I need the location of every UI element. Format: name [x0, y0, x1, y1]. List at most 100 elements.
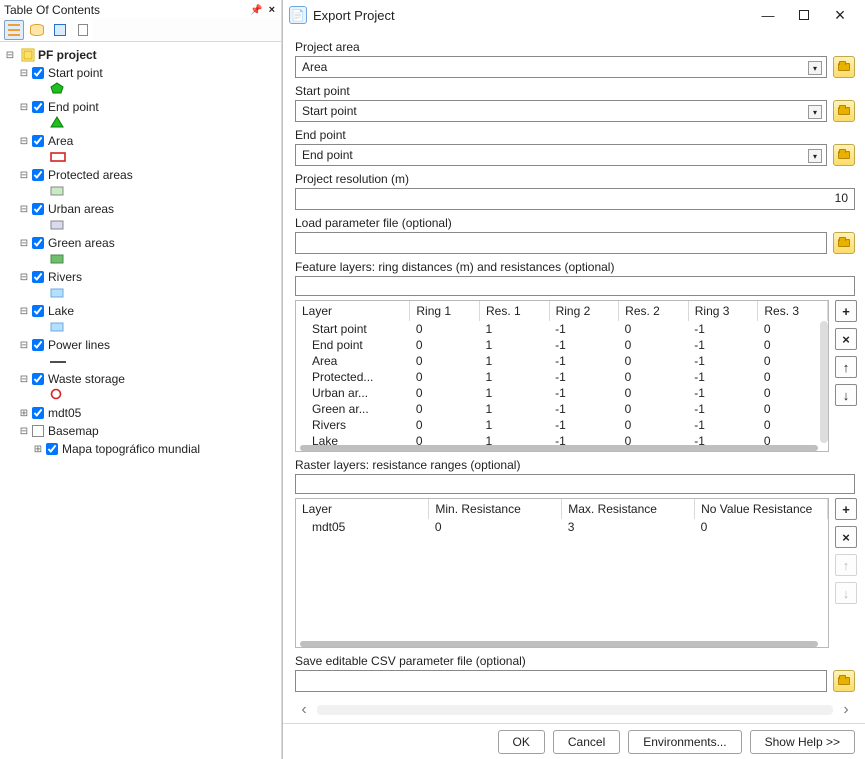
- cancel-button[interactable]: Cancel: [553, 730, 620, 754]
- table-header[interactable]: Ring 1: [410, 301, 480, 321]
- expand-minus-icon[interactable]: ⊟: [18, 135, 30, 147]
- layer-checkbox[interactable]: [32, 373, 44, 385]
- table-row[interactable]: Rivers01-10-10: [296, 417, 828, 433]
- project-area-browse-button[interactable]: [833, 56, 855, 78]
- expand-minus-icon[interactable]: ⊟: [4, 49, 16, 61]
- tree-item[interactable]: ⊟ Area: [0, 132, 281, 150]
- remove-row-button[interactable]: ×: [835, 328, 857, 350]
- expand-plus-icon[interactable]: ⊞: [32, 443, 44, 455]
- expand-minus-icon[interactable]: ⊟: [18, 305, 30, 317]
- table-cell[interactable]: -1: [549, 417, 619, 433]
- add-row-button[interactable]: +: [835, 498, 857, 520]
- tree-item[interactable]: ⊟ Rivers: [0, 268, 281, 286]
- start-point-browse-button[interactable]: [833, 100, 855, 122]
- expand-minus-icon[interactable]: ⊟: [18, 169, 30, 181]
- layer-symbol-icon[interactable]: [50, 218, 64, 235]
- layer-checkbox[interactable]: [32, 407, 44, 419]
- layer-checkbox[interactable]: [32, 305, 44, 317]
- table-cell[interactable]: -1: [688, 353, 758, 369]
- layer-uncheckbox[interactable]: [32, 425, 44, 437]
- table-cell[interactable]: -1: [688, 417, 758, 433]
- table-row[interactable]: Green ar...01-10-10: [296, 401, 828, 417]
- table-cell[interactable]: 0: [410, 353, 480, 369]
- layer-checkbox[interactable]: [46, 443, 58, 455]
- tree-item[interactable]: ⊟ Green areas: [0, 234, 281, 252]
- table-cell[interactable]: 0: [619, 417, 689, 433]
- minimize-button[interactable]: —: [753, 4, 783, 26]
- table-cell[interactable]: 0: [619, 337, 689, 353]
- table-header[interactable]: Ring 2: [549, 301, 619, 321]
- table-header[interactable]: Res. 1: [479, 301, 549, 321]
- raster-layers-summary-input[interactable]: [295, 474, 855, 494]
- table-row[interactable]: Area01-10-10: [296, 353, 828, 369]
- table-cell[interactable]: 3: [562, 519, 695, 535]
- layer-symbol-icon[interactable]: [50, 116, 64, 133]
- move-down-button[interactable]: ↓: [835, 384, 857, 406]
- table-cell[interactable]: -1: [549, 353, 619, 369]
- table-cell[interactable]: 0: [410, 417, 480, 433]
- remove-row-button[interactable]: ×: [835, 526, 857, 548]
- layer-checkbox[interactable]: [32, 67, 44, 79]
- vertical-scrollbar[interactable]: [820, 321, 828, 443]
- table-cell[interactable]: 0: [619, 401, 689, 417]
- chevron-down-icon[interactable]: ▾: [808, 105, 822, 119]
- list-by-drawing-order-button[interactable]: [4, 20, 24, 40]
- layer-checkbox[interactable]: [32, 169, 44, 181]
- expand-minus-icon[interactable]: ⊟: [18, 425, 30, 437]
- expand-minus-icon[interactable]: ⊟: [18, 373, 30, 385]
- table-cell[interactable]: 0: [619, 369, 689, 385]
- chevron-down-icon[interactable]: ▾: [808, 61, 822, 75]
- horizontal-scrollbar[interactable]: [300, 641, 818, 647]
- add-row-button[interactable]: +: [835, 300, 857, 322]
- table-cell[interactable]: 0: [619, 353, 689, 369]
- scroll-track[interactable]: [317, 705, 833, 715]
- table-cell[interactable]: 1: [479, 321, 549, 337]
- table-cell[interactable]: 0: [758, 417, 828, 433]
- scroll-right-icon[interactable]: ›: [837, 701, 855, 719]
- expand-minus-icon[interactable]: ⊟: [18, 203, 30, 215]
- tree-item[interactable]: ⊟ Start point: [0, 64, 281, 82]
- table-cell[interactable]: 0: [410, 401, 480, 417]
- tree-item[interactable]: ⊟ End point: [0, 98, 281, 116]
- list-by-source-button[interactable]: [27, 20, 47, 40]
- table-cell[interactable]: Area: [296, 353, 410, 369]
- maximize-button[interactable]: [789, 4, 819, 26]
- table-cell[interactable]: 0: [695, 519, 828, 535]
- layer-checkbox[interactable]: [32, 237, 44, 249]
- table-cell[interactable]: 0: [410, 369, 480, 385]
- close-button[interactable]: ×: [825, 4, 855, 26]
- table-cell[interactable]: -1: [688, 321, 758, 337]
- table-cell[interactable]: 0: [758, 321, 828, 337]
- table-header[interactable]: Res. 2: [619, 301, 689, 321]
- show-help-button[interactable]: Show Help >>: [750, 730, 855, 754]
- table-cell[interactable]: 0: [758, 385, 828, 401]
- layer-symbol-icon[interactable]: [50, 252, 64, 269]
- tree-item[interactable]: ⊟ Lake: [0, 302, 281, 320]
- table-header[interactable]: Max. Resistance: [562, 499, 695, 519]
- table-header[interactable]: Res. 3: [758, 301, 828, 321]
- raster-layers-table[interactable]: LayerMin. ResistanceMax. ResistanceNo Va…: [296, 499, 828, 647]
- save-csv-browse-button[interactable]: [833, 670, 855, 692]
- environments-button[interactable]: Environments...: [628, 730, 741, 754]
- layer-checkbox[interactable]: [32, 339, 44, 351]
- table-row[interactable]: mdt05030: [296, 519, 828, 535]
- expand-minus-icon[interactable]: ⊟: [18, 101, 30, 113]
- start-point-select[interactable]: Start point ▾: [295, 100, 827, 122]
- expand-minus-icon[interactable]: ⊟: [18, 339, 30, 351]
- move-down-button[interactable]: ↓: [835, 582, 857, 604]
- layer-symbol-icon[interactable]: [50, 388, 62, 405]
- table-cell[interactable]: 1: [479, 337, 549, 353]
- tree-item-basemap-child[interactable]: ⊞ Mapa topográfico mundial: [0, 440, 281, 458]
- table-cell[interactable]: 0: [758, 401, 828, 417]
- tree-item[interactable]: ⊟ Waste storage: [0, 370, 281, 388]
- tree-item[interactable]: ⊟ Power lines: [0, 336, 281, 354]
- table-cell[interactable]: -1: [549, 337, 619, 353]
- table-cell[interactable]: Protected...: [296, 369, 410, 385]
- table-cell[interactable]: 0: [758, 369, 828, 385]
- move-up-button[interactable]: ↑: [835, 356, 857, 378]
- expand-minus-icon[interactable]: ⊟: [18, 271, 30, 283]
- tree-root[interactable]: ⊟ PF project: [0, 46, 281, 64]
- table-cell[interactable]: 1: [479, 369, 549, 385]
- table-cell[interactable]: 1: [479, 353, 549, 369]
- end-point-browse-button[interactable]: [833, 144, 855, 166]
